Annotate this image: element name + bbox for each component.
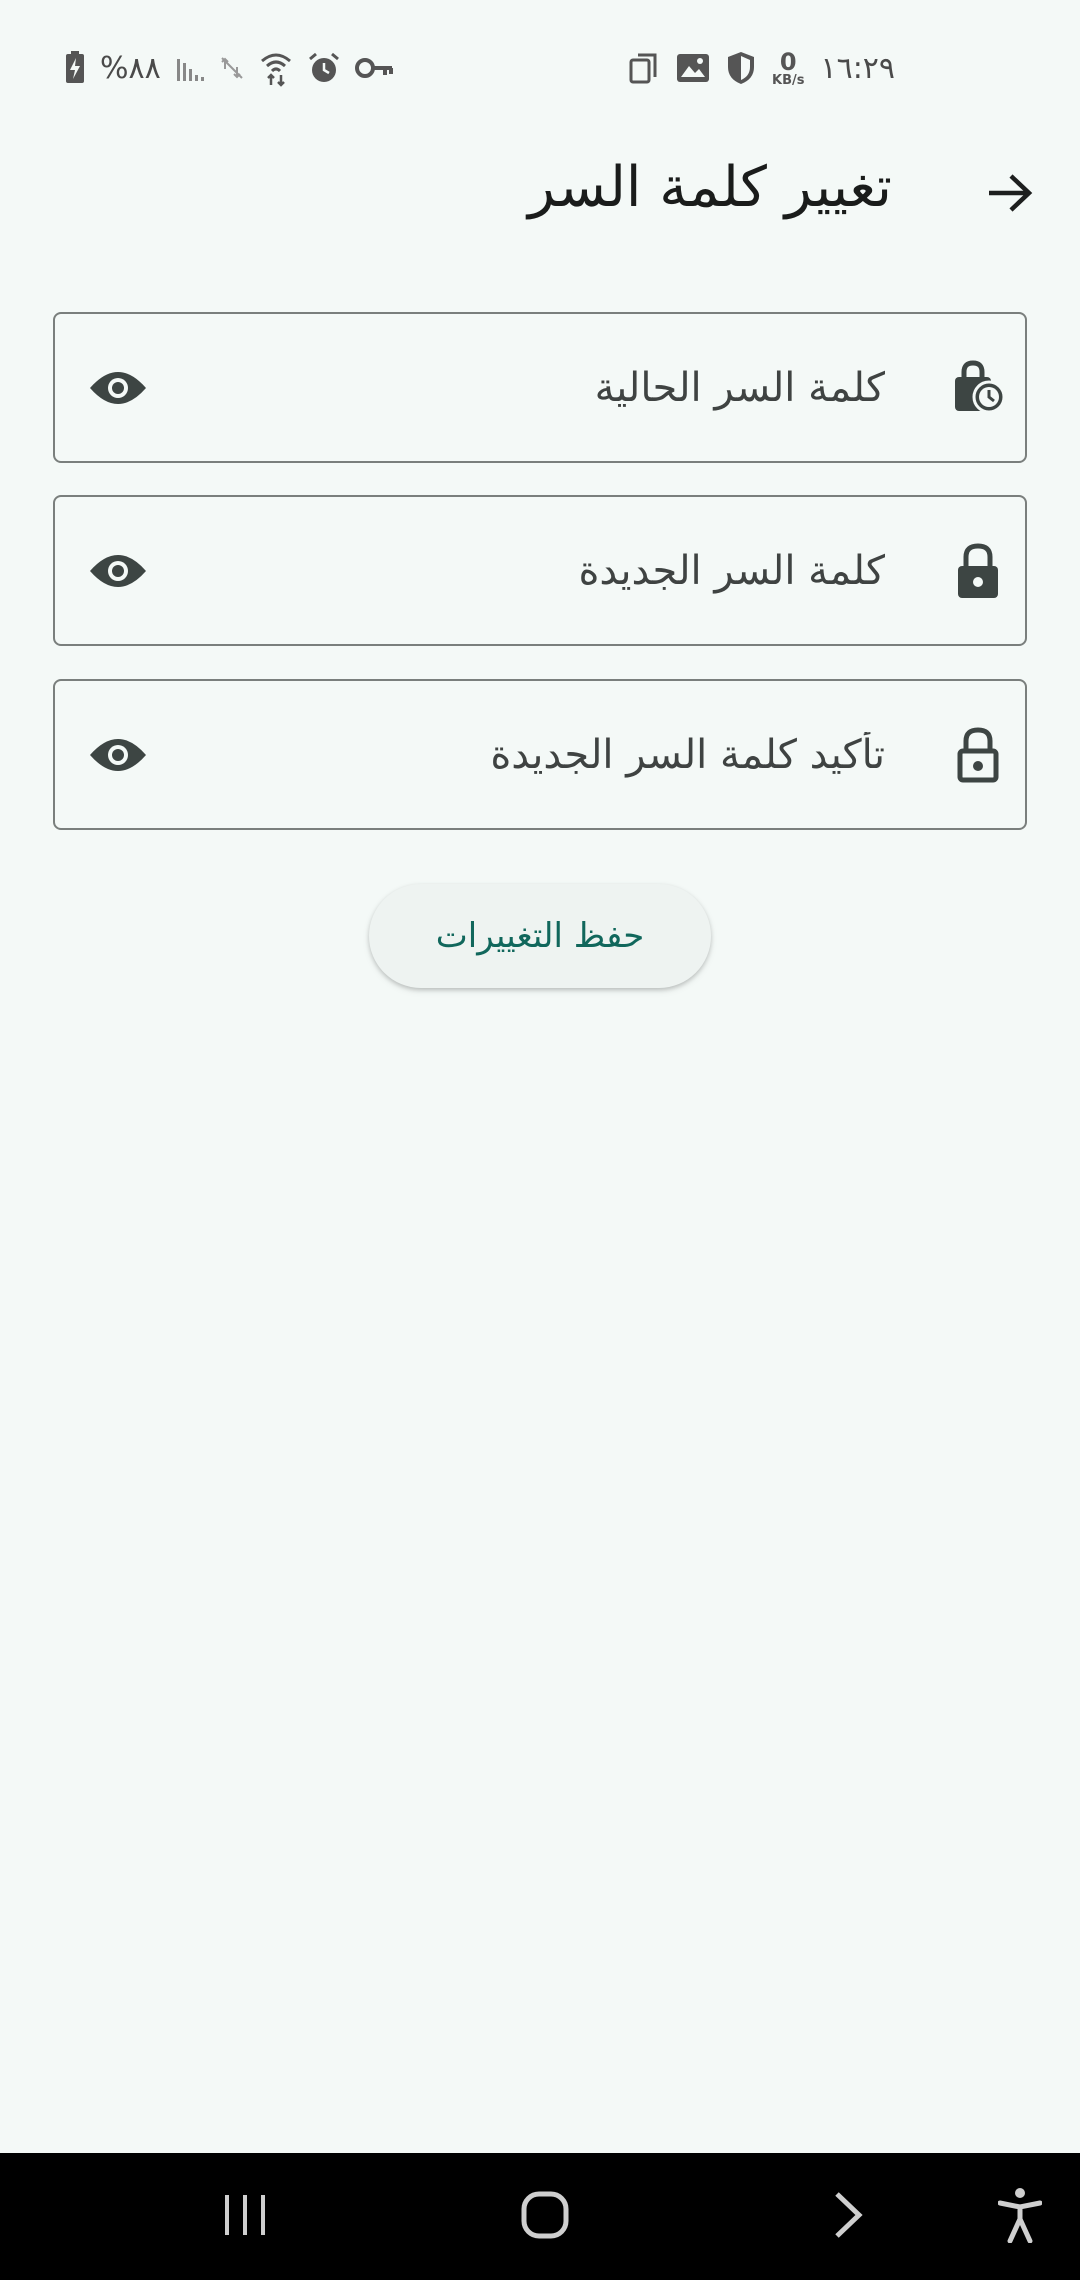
page-title: تغيير كلمة السر <box>528 155 892 220</box>
arrow-right-icon <box>987 173 1033 217</box>
back-button[interactable] <box>975 160 1045 230</box>
data-off-icon <box>219 55 245 81</box>
network-speed-unit: KB/s <box>772 72 805 88</box>
confirm-password-field[interactable] <box>53 679 1027 830</box>
lock-clock-icon <box>949 359 1007 417</box>
accessibility-button[interactable] <box>970 2153 1070 2280</box>
accessibility-icon <box>997 2187 1043 2247</box>
network-speed-value: 0 <box>779 47 797 76</box>
signal-icon <box>175 53 205 83</box>
recent-apps-button[interactable] <box>190 2153 300 2280</box>
battery-charging-icon <box>64 51 86 85</box>
back-nav-button[interactable] <box>793 2153 903 2280</box>
current-password-field[interactable] <box>53 312 1027 463</box>
battery-percent: %٨٨ <box>100 50 161 86</box>
status-bar: %٨٨ 0 KB/s ١٦:٢٩ <box>0 0 1080 135</box>
home-button[interactable] <box>490 2153 600 2280</box>
new-password-field[interactable] <box>53 495 1027 646</box>
status-bar-right: 0 KB/s ١٦:٢٩ <box>628 44 895 92</box>
shield-icon <box>726 51 756 85</box>
eye-icon[interactable] <box>88 551 148 591</box>
new-password-input[interactable] <box>195 497 885 644</box>
vpn-key-icon <box>354 55 395 81</box>
status-bar-left: %٨٨ <box>64 44 395 92</box>
app-header: تغيير كلمة السر <box>0 135 1080 275</box>
save-changes-button[interactable]: حفظ التغييرات <box>369 884 711 988</box>
back-icon <box>831 2190 865 2244</box>
status-time: ١٦:٢٩ <box>820 50 896 86</box>
image-icon <box>676 53 710 83</box>
network-speed: 0 KB/s <box>772 50 804 87</box>
alarm-icon <box>307 51 341 85</box>
current-password-input[interactable] <box>195 314 885 461</box>
recent-apps-icon <box>221 2193 269 2241</box>
eye-icon[interactable] <box>88 735 148 775</box>
eye-icon[interactable] <box>88 368 148 408</box>
wifi-icon <box>259 49 293 87</box>
lock-outline-icon <box>955 726 1001 784</box>
copy-icon <box>628 51 660 85</box>
confirm-password-input[interactable] <box>195 681 885 828</box>
lock-icon <box>955 542 1001 600</box>
home-icon <box>520 2190 570 2244</box>
system-nav-bar <box>0 2153 1080 2280</box>
